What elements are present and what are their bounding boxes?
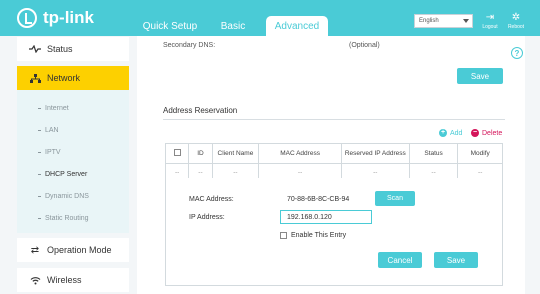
enable-entry-label: Enable This Entry [291,232,347,239]
top-header: tp-link Quick Setup Basic Advanced Engli… [0,0,540,36]
delete-button[interactable]: − Delete [471,129,502,137]
minus-circle-icon: − [471,129,479,137]
page-scrollbar[interactable] [525,36,540,294]
submenu-item-dynamic-dns[interactable]: Dynamic DNS [38,193,89,200]
delete-label: Delete [482,129,503,137]
column-header: Client Name [211,143,260,164]
network-submenu: Internet LAN IPTV DHCP Server Dynamic DN… [17,90,129,233]
logout-label: Logout [482,24,498,30]
column-header: ID [188,143,213,164]
add-label: Add [450,129,463,137]
sidebar-item-label: Status [47,44,73,54]
tab-advanced[interactable]: Advanced [266,16,328,36]
reboot-icon: ✲ [511,12,521,23]
scan-button[interactable]: Scan [375,191,415,206]
plus-circle-icon: + [439,129,447,137]
language-select[interactable]: English [414,14,473,28]
enable-entry-option[interactable]: Enable This Entry [280,232,346,239]
sidebar-item-operation-mode[interactable]: ⇄ Operation Mode [17,238,129,262]
cancel-button[interactable]: Cancel [378,252,422,268]
reboot-label: Reboot [507,24,525,30]
add-button[interactable]: + Add [439,129,462,137]
mac-address-label: MAC Address: [189,196,234,203]
sidebar-item-status[interactable]: Status [17,37,129,61]
mac-address-field[interactable]: 70-88-6B-8C-CB-94 [280,192,372,206]
sidebar-item-wireless[interactable]: Wireless [17,268,129,292]
tp-link-logo[interactable]: tp-link [17,5,107,31]
sidebar-item-label: Wireless [47,275,82,285]
sidebar-item-label: Operation Mode [47,245,112,255]
router-admin-page: { "brand":{"name":"tp-link","logo_icon":… [0,0,540,294]
tp-link-logo-icon [17,8,37,28]
reservation-edit-form: MAC Address: 70-88-6B-8C-CB-94 Scan IP A… [165,178,503,286]
reservation-table: ID Client Name MAC Address Reserved IP A… [164,143,503,181]
optional-label: (Optional) [349,42,380,49]
tab-quick-setup[interactable]: Quick Setup [140,16,200,36]
column-header: Reserved IP Address [340,143,410,164]
pulse-icon [23,45,47,53]
logout-button[interactable]: ⇥ Logout [477,13,503,33]
submenu-item-iptv[interactable]: IPTV [38,149,61,156]
save-button[interactable]: Save [457,68,503,84]
brand-name: tp-link [43,8,94,27]
ip-address-field[interactable]: 192.168.0.120 [280,210,372,224]
submenu-item-dhcp-server[interactable]: DHCP Server [38,171,87,178]
wifi-icon [23,276,47,285]
sidebar-item-label: Network [47,73,81,83]
section-divider [163,119,505,120]
select-all-checkbox[interactable] [173,149,181,156]
main-panel: Secondary DNS: (Optional) Save Address R… [137,36,525,294]
ip-address-label: IP Address: [189,214,225,221]
sidebar: Status Network Internet LAN IPTV DHCP Se… [0,36,137,294]
reboot-button[interactable]: ✲ Reboot [503,13,529,33]
form-save-button[interactable]: Save [434,252,478,268]
secondary-dns-label: Secondary DNS: [163,42,216,49]
table-header-row: ID Client Name MAC Address Reserved IP A… [164,143,503,164]
language-value: English [419,18,439,24]
sidebar-item-network[interactable]: Network [17,66,129,90]
submenu-item-lan[interactable]: LAN [38,127,59,134]
column-header: MAC Address [258,143,342,164]
section-title: Address Reservation [163,106,238,115]
column-header: Modify [457,143,503,164]
enable-entry-checkbox[interactable] [280,232,287,239]
network-icon [23,73,47,83]
submenu-item-internet[interactable]: Internet [38,105,69,112]
select-all-cell [164,143,190,164]
logout-icon: ⇥ [485,12,495,23]
help-icon[interactable]: ? [511,47,523,59]
tab-basic[interactable]: Basic [213,16,253,36]
swap-icon: ⇄ [30,244,40,256]
column-header: Status [408,143,459,164]
chevron-down-icon [463,19,469,23]
submenu-item-static-routing[interactable]: Static Routing [38,215,89,222]
